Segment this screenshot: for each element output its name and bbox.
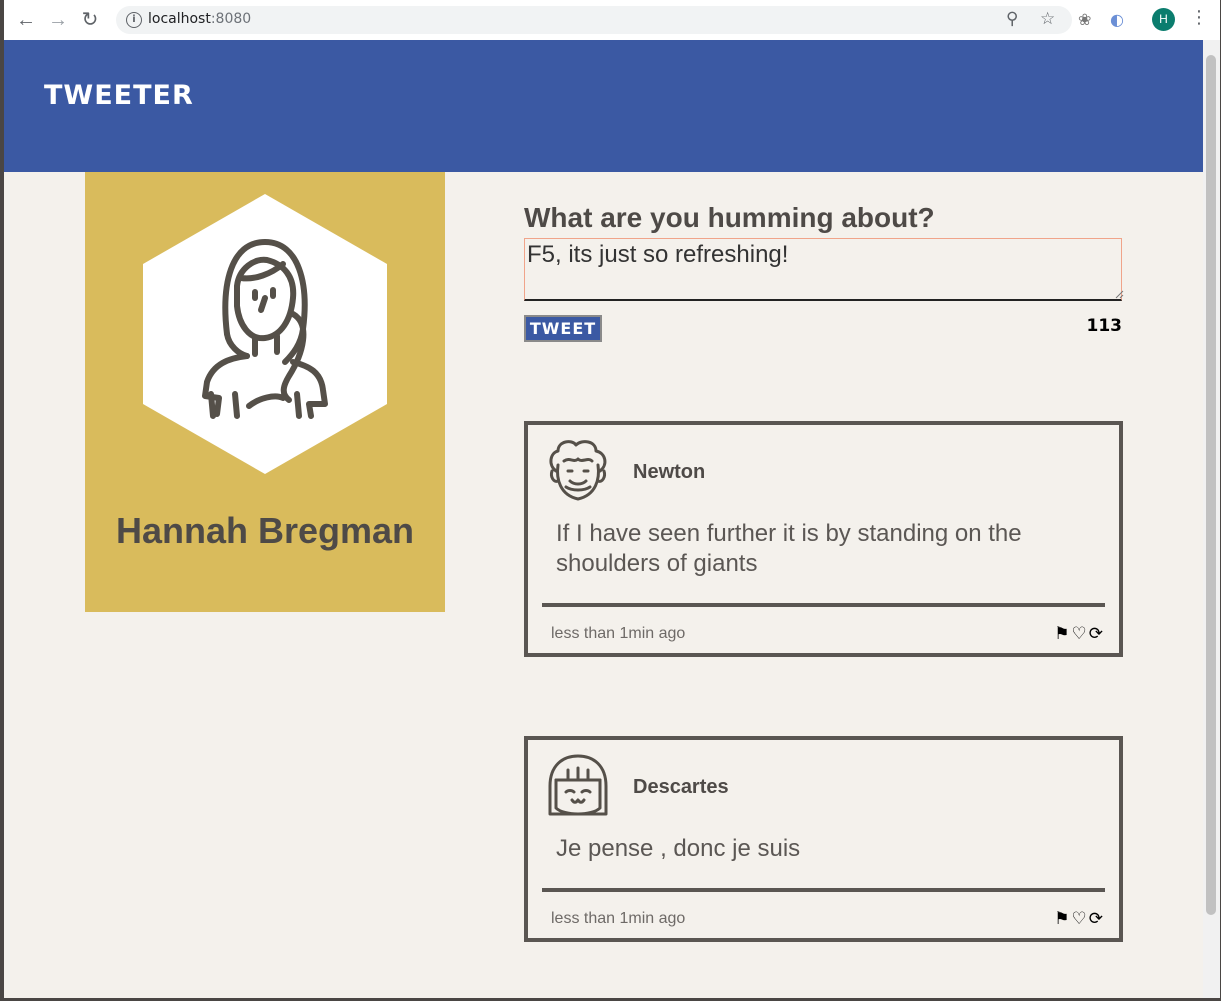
address-bar[interactable]: i localhost:8080 ⚲ ☆ [116,6,1072,34]
browser-toolbar: ← → ↻ i localhost:8080 ⚲ ☆ ❀ ◐ H ⋮ [4,0,1220,41]
char-counter: 113 [1086,316,1123,336]
url-port: :8080 [210,11,252,27]
heart-icon[interactable]: ♡ [1072,624,1087,644]
scroll-thumb[interactable] [1206,55,1216,915]
compose-title: What are you humming about? [524,202,935,233]
extension-icon[interactable]: ◐ [1110,10,1124,29]
forward-icon[interactable]: → [46,8,70,32]
reload-icon[interactable]: ↻ [78,8,102,32]
zoom-icon[interactable]: ⚲ [1006,9,1018,29]
bug-icon[interactable]: ❀ [1078,10,1091,29]
tweet-actions: ⚑ ♡ ⟳ [1054,624,1103,644]
profile-avatar[interactable]: H [1152,8,1175,31]
profile-name: Hannah Bregman [115,510,415,551]
menu-icon[interactable]: ⋮ [1190,7,1208,28]
tweet-button[interactable]: TWEET [524,315,602,342]
retweet-icon[interactable]: ⟳ [1089,624,1103,644]
site-header: TWEETER [4,40,1203,172]
back-icon[interactable]: ← [14,8,38,32]
tweet-handle[interactable]: Newton [633,461,705,484]
tweet-divider [542,888,1105,892]
browser-window: ← → ↻ i localhost:8080 ⚲ ☆ ❀ ◐ H ⋮ TWEET… [4,0,1220,998]
flag-icon[interactable]: ⚑ [1054,909,1069,929]
heart-icon[interactable]: ♡ [1072,909,1087,929]
info-icon[interactable]: i [126,12,142,28]
star-icon[interactable]: ☆ [1040,9,1055,29]
url-host: localhost [148,11,211,27]
brand-logo[interactable]: TWEETER [44,80,194,111]
flag-icon[interactable]: ⚑ [1054,624,1069,644]
tweet-text: If I have seen further it is by standing… [556,520,1022,577]
tweet-card: Descartes Je pense , donc je suis less t… [524,736,1123,942]
profile-card: Hannah Bregman [85,172,445,612]
tweet-divider [542,603,1105,607]
tweet-timestamp: less than 1min ago [551,625,686,642]
url-text[interactable]: localhost:8080 [148,11,251,27]
retweet-icon[interactable]: ⟳ [1089,909,1103,929]
tweet-input[interactable] [524,238,1122,301]
resize-grip-icon[interactable] [1114,289,1124,299]
tweet-card: Newton If I have seen further it is by s… [524,421,1123,657]
scrollbar[interactable] [1203,40,1220,998]
newton-avatar [549,440,607,501]
descartes-avatar [548,754,608,816]
tweet-text: Je pense , donc je suis [556,835,801,862]
tweet-timestamp: less than 1min ago [551,910,686,927]
profile-avatar-hexagon [143,194,387,474]
tweet-actions: ⚑ ♡ ⟳ [1054,909,1103,929]
tweet-handle[interactable]: Descartes [633,776,729,799]
